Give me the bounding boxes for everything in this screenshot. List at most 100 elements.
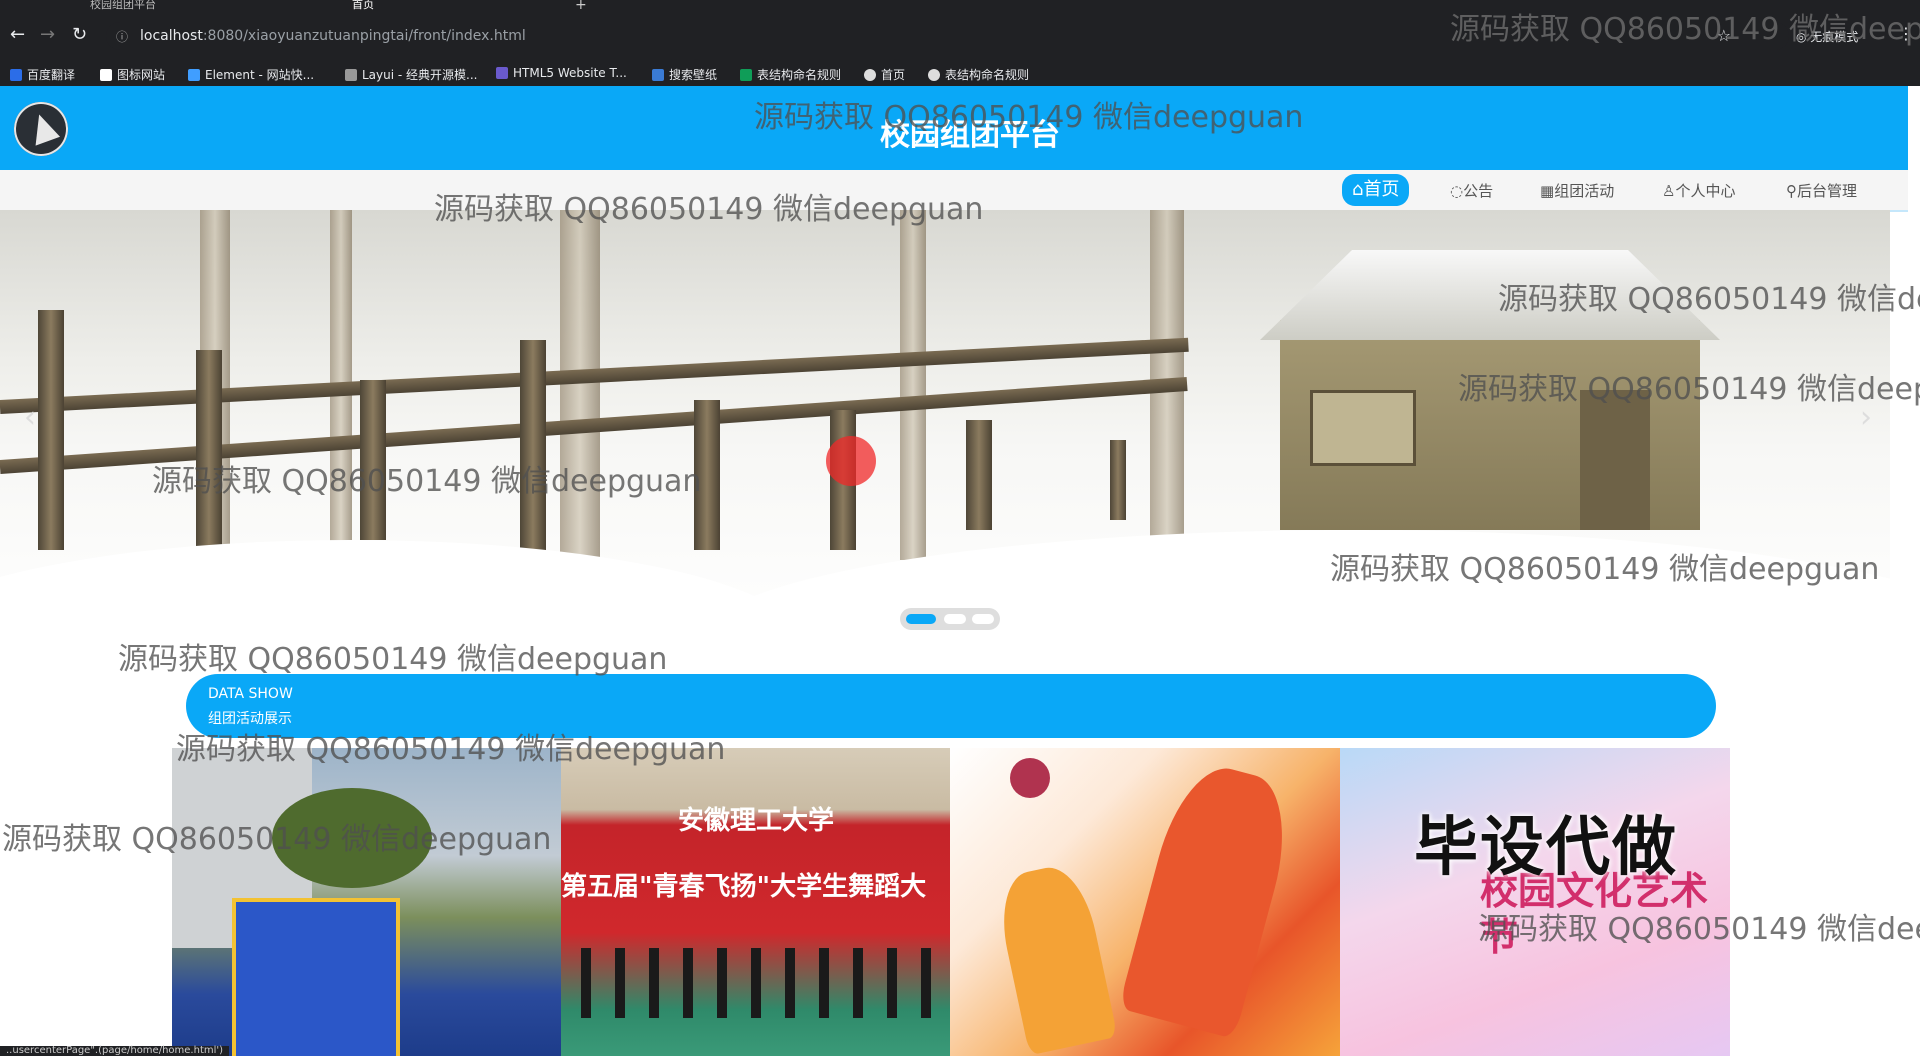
back-icon[interactable]: ← bbox=[10, 26, 25, 44]
nav-label: 组团活动 bbox=[1554, 182, 1615, 200]
wallpaper-icon bbox=[652, 69, 664, 81]
carousel-indicators bbox=[900, 608, 1000, 630]
section-title-cn: 组团活动展示 bbox=[208, 711, 292, 727]
bookmark-label: 首页 bbox=[881, 68, 906, 82]
globe-icon bbox=[928, 69, 940, 81]
incognito-label: 无痕模式 bbox=[1810, 30, 1859, 44]
athlete-silhouette bbox=[992, 860, 1118, 1056]
snow-mound bbox=[700, 530, 1890, 642]
bookmark-item[interactable]: Layui - 经典开源模... bbox=[345, 66, 477, 83]
layui-icon bbox=[345, 69, 357, 81]
site-header: 校园组团平台 bbox=[0, 86, 1908, 170]
link-icon: ⚲ bbox=[1786, 182, 1797, 200]
bookmark-label: 百度翻译 bbox=[27, 68, 76, 82]
banner-house bbox=[1220, 240, 1740, 540]
bookmark-label: HTML5 Website T... bbox=[513, 66, 627, 80]
card-overlay-text: 毕设代做 bbox=[1414, 811, 1678, 885]
fence-post bbox=[694, 400, 720, 550]
menu-icon[interactable]: ⋮ bbox=[1898, 24, 1914, 43]
bookmark-item[interactable]: 图标网站 bbox=[100, 66, 165, 83]
dancers-image-part bbox=[581, 948, 931, 1018]
banner-tree bbox=[560, 210, 600, 560]
bookmark-item[interactable]: HTML5 Website T... bbox=[496, 66, 627, 80]
reload-icon[interactable]: ↻ bbox=[72, 26, 87, 44]
fence-post bbox=[966, 420, 992, 530]
fence-post bbox=[196, 350, 222, 550]
nav-item-admin[interactable]: ⚲后台管理 bbox=[1786, 178, 1857, 204]
nav-item-activity[interactable]: ▦组团活动 bbox=[1540, 178, 1614, 204]
sheet-icon bbox=[740, 69, 752, 81]
fence-post bbox=[1110, 440, 1126, 520]
fence-post bbox=[38, 310, 64, 550]
browser-address-bar: ← → ↻ ⓘ localhost:8080/xiaoyuanzutuanpin… bbox=[0, 14, 1920, 62]
bookmark-label: Layui - 经典开源模... bbox=[362, 68, 478, 82]
activity-icon: ▦ bbox=[1540, 182, 1555, 200]
bookmark-item[interactable]: 表结构命名规则 bbox=[740, 66, 841, 83]
activity-card[interactable] bbox=[172, 748, 562, 1056]
info-icon: ⓘ bbox=[116, 30, 129, 44]
user-icon: ♙ bbox=[1662, 182, 1676, 200]
url-field[interactable]: ⓘ localhost:8080/xiaoyuanzutuanpingtai/f… bbox=[106, 22, 1789, 50]
notice-icon: ◌ bbox=[1450, 182, 1464, 200]
carousel-dot-2[interactable] bbox=[944, 614, 966, 624]
incognito-badge[interactable]: ◎ 无痕模式 bbox=[1796, 28, 1858, 45]
bookmark-item[interactable]: 搜索壁纸 bbox=[652, 66, 717, 83]
fence-post bbox=[360, 380, 386, 540]
browser-tab[interactable]: 校园组团平台 bbox=[90, 0, 156, 14]
mouse-cursor-highlight bbox=[826, 436, 876, 486]
url-text: localhost:8080/xiaoyuanzutuanpingtai/fro… bbox=[140, 28, 526, 44]
hero-carousel[interactable]: ‹ › bbox=[0, 210, 1890, 642]
bookmark-item[interactable]: 表结构命名规则 bbox=[928, 66, 1029, 83]
carousel-next-icon[interactable]: › bbox=[1860, 400, 1872, 435]
bookmark-label: 搜索壁纸 bbox=[669, 68, 718, 82]
html5-icon bbox=[496, 67, 508, 79]
activity-card[interactable]: 安徽理工大学 第五届"青春飞扬"大学生舞蹈大 bbox=[561, 748, 951, 1056]
banner-tree bbox=[900, 210, 926, 560]
new-tab-icon[interactable]: + bbox=[575, 0, 587, 14]
globe-icon bbox=[864, 69, 876, 81]
carousel-prev-icon[interactable]: ‹ bbox=[24, 400, 36, 435]
bookmark-icon bbox=[10, 69, 22, 81]
nav-label: 个人中心 bbox=[1675, 182, 1736, 200]
bookmarks-bar: 百度翻译 图标网站 Element - 网站快... Layui - 经典开源模… bbox=[0, 62, 1920, 86]
browser-tab-bar: 校园组团平台 首页 + bbox=[0, 0, 1920, 14]
nav-label: 后台管理 bbox=[1797, 182, 1858, 200]
element-icon bbox=[188, 69, 200, 81]
card-slogan-text: 第五届"青春飞扬"大学生舞蹈大 bbox=[561, 872, 927, 902]
nav-item-notice[interactable]: ◌公告 bbox=[1450, 178, 1493, 204]
nav-label: 首页 bbox=[1363, 179, 1400, 200]
bookmark-item[interactable]: 首页 bbox=[864, 66, 905, 83]
bookmark-item[interactable]: 百度翻译 bbox=[10, 66, 75, 83]
poster-board-image bbox=[232, 898, 400, 1056]
nav-label: 公告 bbox=[1463, 182, 1494, 200]
fence-post bbox=[520, 340, 546, 560]
browser-tab-active[interactable]: 首页 bbox=[352, 0, 374, 14]
carousel-dot-1[interactable] bbox=[906, 614, 936, 624]
carousel-dot-3[interactable] bbox=[972, 614, 994, 624]
bookmark-label: 表结构命名规则 bbox=[945, 68, 1030, 82]
tab-title: 首页 bbox=[352, 0, 374, 11]
nav-item-home[interactable]: ⌂首页 bbox=[1342, 174, 1410, 206]
incognito-icon: ◎ bbox=[1796, 30, 1811, 44]
section-header-bar: DATA SHOW 组团活动展示 bbox=[186, 674, 1716, 738]
snow-mound bbox=[0, 540, 800, 642]
athlete-silhouette bbox=[1118, 756, 1302, 1040]
section-title-en: DATA SHOW bbox=[208, 686, 293, 702]
bookmark-label: Element - 网站快... bbox=[205, 68, 315, 82]
flag-icon bbox=[100, 69, 112, 81]
tree-image-part bbox=[272, 788, 432, 888]
activity-card[interactable]: 校园文化艺术节 毕设代做 bbox=[1340, 748, 1730, 1056]
bookmark-star-icon[interactable]: ☆ bbox=[1717, 26, 1731, 45]
bookmark-item[interactable]: Element - 网站快... bbox=[188, 66, 314, 83]
url-host: localhost bbox=[140, 28, 203, 44]
tab-title: 校园组团平台 bbox=[90, 0, 156, 11]
site-title: 校园组团平台 bbox=[880, 118, 1060, 153]
browser-status-url: ..usercenterPage".(page/home/home.html') bbox=[0, 1046, 230, 1056]
activity-card[interactable] bbox=[950, 748, 1340, 1056]
forward-icon[interactable]: → bbox=[40, 26, 55, 44]
url-path: :8080/xiaoyuanzutuanpingtai/front/index.… bbox=[202, 28, 526, 44]
bookmark-label: 图标网站 bbox=[117, 68, 166, 82]
bookmark-label: 表结构命名规则 bbox=[757, 68, 842, 82]
card-banner-text: 安徽理工大学 bbox=[677, 806, 834, 836]
nav-item-profile[interactable]: ♙个人中心 bbox=[1662, 178, 1735, 204]
